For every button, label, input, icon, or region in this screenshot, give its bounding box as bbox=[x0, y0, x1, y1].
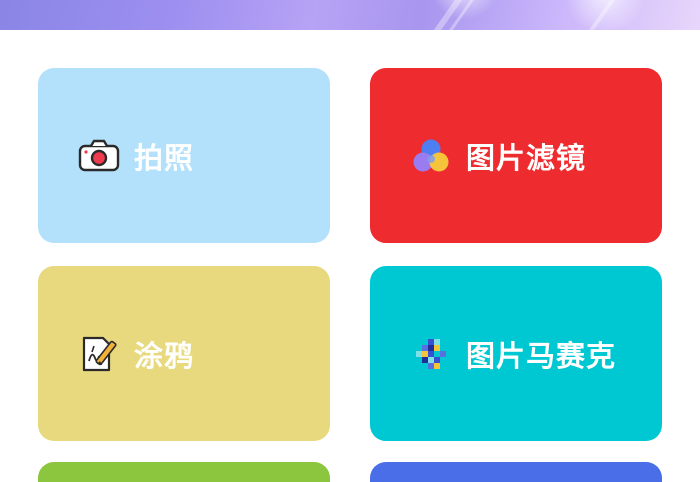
camera-tile[interactable]: 拍照 bbox=[38, 68, 330, 243]
doodle-tile[interactable]: 涂鸦 bbox=[38, 266, 330, 441]
mosaic-tile[interactable]: 图片马赛克 bbox=[370, 266, 662, 441]
mosaic-icon bbox=[408, 331, 454, 377]
top-banner-image bbox=[0, 0, 700, 30]
mosaic-tile-label: 图片马赛克 bbox=[466, 338, 617, 373]
partial-tile-blue[interactable] bbox=[370, 462, 662, 482]
doodle-tile-label: 涂鸦 bbox=[134, 338, 195, 373]
doodle-icon bbox=[76, 331, 122, 377]
color-circles-icon bbox=[408, 133, 454, 179]
photo-filter-tile[interactable]: 图片滤镜 bbox=[370, 68, 662, 243]
camera-icon bbox=[76, 133, 122, 179]
camera-tile-label: 拍照 bbox=[134, 140, 195, 175]
photo-filter-tile-label: 图片滤镜 bbox=[466, 140, 587, 175]
partial-tile-green[interactable] bbox=[38, 462, 330, 482]
